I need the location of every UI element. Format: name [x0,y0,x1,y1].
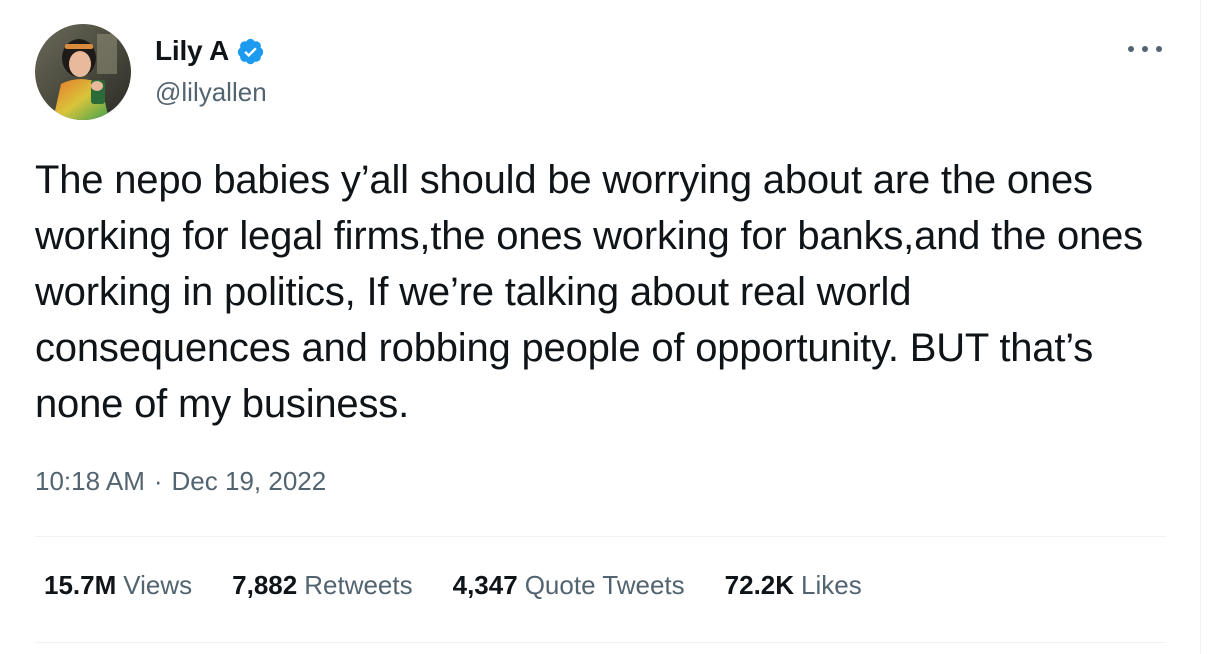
author-handle[interactable]: @lilyallen [155,77,267,108]
retweets-stat[interactable]: 7,882 Retweets [232,570,412,601]
name-row: Lily A [155,34,267,68]
likes-label: Likes [801,570,862,600]
author-identity: Lily A @lilyallen [155,24,267,108]
more-horizontal-icon-dot [1128,46,1134,52]
timestamp-separator: · [153,466,163,496]
divider [35,642,1166,643]
divider [35,536,1166,537]
more-options-button[interactable] [1128,38,1162,60]
tweet-card: Lily A @lilyallen The nepo babies y’all … [0,0,1201,654]
quote-tweets-label: Quote Tweets [524,570,685,600]
retweets-count: 7,882 [232,570,298,600]
views-label: Views [123,570,193,600]
timestamp-date[interactable]: Dec 19, 2022 [172,466,327,497]
avatar[interactable] [35,24,131,120]
quote-tweets-stat[interactable]: 4,347 Quote Tweets [453,570,685,601]
engagement-stats: 15.7M Views 7,882 Retweets 4,347 Quote T… [44,570,862,601]
author-display-name[interactable]: Lily A [155,35,229,67]
likes-count: 72.2K [724,570,795,600]
views-stat: 15.7M Views [44,570,192,601]
quote-tweets-count: 4,347 [452,570,518,600]
avatar-image [35,24,131,120]
tweet-header: Lily A @lilyallen [35,24,267,122]
more-horizontal-icon-dot [1156,46,1162,52]
timestamp-time[interactable]: 10:18 AM [35,466,145,497]
tweet-text: The nepo babies y’all should be worrying… [35,158,1154,426]
verified-badge-icon [236,37,265,66]
retweets-label: Retweets [304,570,413,600]
more-horizontal-icon-dot [1142,46,1148,52]
likes-stat[interactable]: 72.2K Likes [725,570,862,601]
views-count: 15.7M [44,570,117,600]
tweet-timestamp: 10:18 AM · Dec 19, 2022 [35,466,326,497]
